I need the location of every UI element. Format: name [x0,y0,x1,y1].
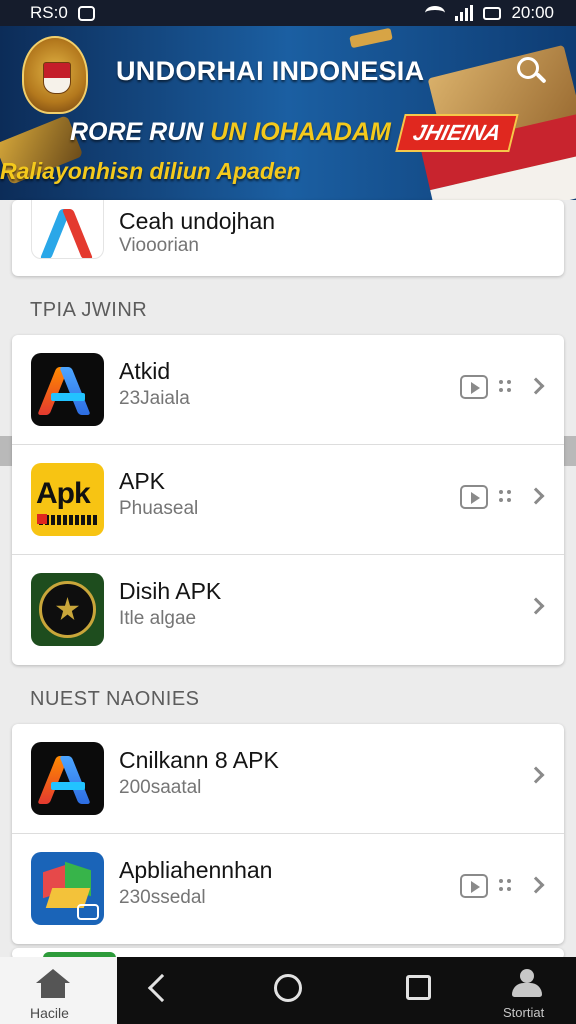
banner-subtitle: Raliayonhisn diliun Apaden [0,158,301,184]
colorful-a-icon [31,353,104,426]
app-name: Apbliahennhan [119,857,273,883]
app-name: Ceah undojhan [119,208,276,234]
chevron-right-icon[interactable] [527,487,545,505]
video-icon[interactable] [460,874,488,898]
nav-profile-tab[interactable]: Stortiat [486,957,576,1024]
nav-home-tab[interactable]: Hacile [0,957,117,1024]
list-item[interactable]: Apbliahennhan 230ssedal [12,834,564,944]
more-dots-icon[interactable] [499,879,511,891]
apk-icon-text: Apk [36,477,91,510]
chevron-right-icon[interactable] [527,876,545,894]
recents-button[interactable] [406,975,431,1000]
section-header: NUEST NAONIES [30,688,200,710]
status-left: RS:0 [30,3,95,23]
system-home-button[interactable] [274,974,302,1002]
cube-icon [31,852,104,925]
app-name: Cnilkann 8 APK [119,747,279,773]
app-name: Disih APK [119,578,222,604]
colorful-a-icon [31,742,104,815]
bottom-navigation: Hacile Stortiat [0,957,576,1024]
profile-icon [512,969,542,997]
nav-profile-label: Stortiat [503,1005,545,1020]
list-item[interactable]: Ceah undojhan Viooorian [12,200,564,276]
list-item[interactable]: Cnilkann 8 APK 200saatal [12,724,564,834]
section-card: Atkid 23Jaiala Apk APK Phuaseal Disih AP… [12,335,564,665]
gold-decoration [349,27,393,49]
status-bar: RS:0 20:00 [0,0,576,26]
app-subtitle: 200saatal [119,777,202,798]
banner-slogan-yellow: UN IOHAADAM [210,118,391,146]
battery-icon [483,6,502,20]
video-icon[interactable] [460,375,488,399]
wifi-icon [425,6,446,20]
video-icon[interactable] [460,485,488,509]
app-subtitle: 23Jaiala [119,388,190,409]
side-tab-left [0,436,12,466]
banner-title: UNDORHAI INDONESIA [116,56,425,86]
signal-icon [455,5,474,21]
list-item[interactable]: Apk APK Phuaseal [12,445,564,555]
more-dots-icon[interactable] [499,490,511,502]
app-name: Atkid [119,358,171,384]
status-time-right: 20:00 [511,3,554,22]
app-subtitle: Viooorian [119,235,199,256]
app-logo-icon [31,200,104,259]
app-subtitle: 230ssedal [119,887,206,908]
status-time-left: RS:0 [30,3,68,22]
chevron-right-icon[interactable] [527,766,545,784]
section-header: TPIA JWINR [30,299,148,321]
banner-badge: JHIEINA [395,114,519,152]
app-name: APK [119,468,166,494]
status-right: 20:00 [425,3,554,23]
chevron-right-icon[interactable] [527,597,545,615]
garuda-emblem-icon [22,36,88,114]
app-subtitle: Phuaseal [119,498,199,519]
chevron-right-icon[interactable] [527,377,545,395]
featured-card: Ceah undojhan Viooorian [12,200,564,276]
list-item[interactable]: Disih APK Itle algae [12,555,564,665]
search-icon-handle [535,72,547,84]
green-emblem-icon [31,573,104,646]
side-tab-right [564,436,576,466]
search-button[interactable] [514,54,548,88]
header-banner: UNDORHAI INDONESIA RORE RUN UN IOHAADAM … [0,26,576,200]
banner-slogan: RORE RUN UN IOHAADAM [70,118,391,147]
nav-home-label: Hacile [30,1005,69,1021]
banner-slogan-white: RORE RUN [70,118,204,146]
yellow-apk-icon: Apk [31,463,104,536]
more-dots-icon[interactable] [499,380,511,392]
section-card: Cnilkann 8 APK 200saatal Apbliahennhan 2… [12,724,564,944]
notification-icon [77,5,95,21]
list-item[interactable]: Atkid 23Jaiala [12,335,564,445]
back-button[interactable] [147,973,177,1003]
app-subtitle: Itle algae [119,608,197,629]
home-icon [36,969,70,999]
